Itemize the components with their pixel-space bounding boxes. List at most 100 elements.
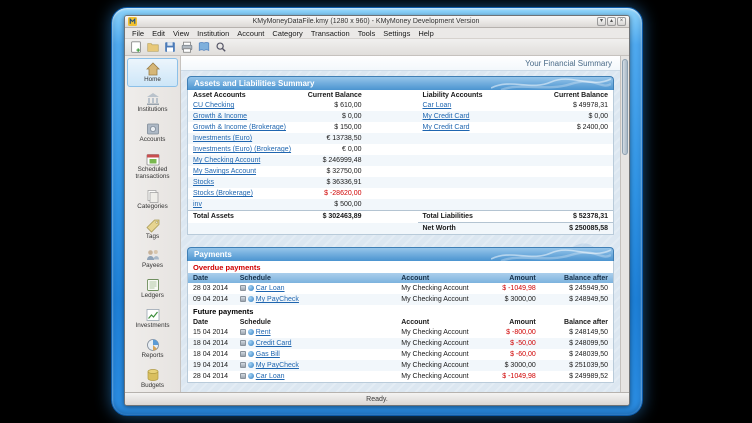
liability-account-link[interactable]: My Credit Card (423, 113, 470, 120)
enter-schedule-icon[interactable] (248, 362, 254, 368)
table-row: Stocks $ 36336,91 (188, 177, 613, 188)
open-file-icon[interactable] (146, 40, 160, 54)
column-header: Current Balance (520, 90, 614, 100)
header-flourish-decoration (491, 78, 611, 90)
menu-tools[interactable]: Tools (354, 28, 380, 39)
new-book-icon[interactable] (129, 40, 143, 54)
table-row: 18 04 2014 Gas Bill My Checking Account … (188, 349, 613, 360)
menu-help[interactable]: Help (414, 28, 437, 39)
schedule-account: My Checking Account (396, 360, 490, 371)
balance-after: $ 248949,50 (541, 294, 613, 305)
enter-schedule-icon[interactable] (248, 285, 254, 291)
asset-balance: $ 0,00 (303, 111, 367, 122)
enter-schedule-icon[interactable] (248, 340, 254, 346)
sidebar-item-payees[interactable]: Payees (127, 244, 178, 273)
schedule-link[interactable]: Car Loan (256, 373, 285, 380)
asset-account-link[interactable]: My Savings Account (193, 168, 256, 175)
column-header: Date (188, 273, 235, 283)
asset-account-link[interactable]: Growth & Income (Brokerage) (193, 124, 286, 131)
sidebar-item-ledgers[interactable]: Ledgers (127, 274, 178, 303)
minimize-button[interactable]: ▾ (597, 17, 606, 26)
sidebar-label: Investments (136, 323, 170, 330)
home-icon (145, 61, 161, 77)
menu-settings[interactable]: Settings (379, 28, 414, 39)
sidebar-item-reports[interactable]: Reports (127, 334, 178, 363)
menu-transaction[interactable]: Transaction (307, 28, 354, 39)
menu-edit[interactable]: Edit (148, 28, 169, 39)
asset-account-link[interactable]: inv (193, 201, 202, 208)
schedule-link[interactable]: Gas Bill (256, 351, 280, 358)
scrollbar-thumb[interactable] (622, 59, 628, 155)
enter-schedule-icon[interactable] (248, 351, 254, 357)
asset-account-link[interactable]: Investments (Euro) (Brokerage) (193, 146, 291, 153)
print-icon[interactable] (180, 40, 194, 54)
schedule-link[interactable]: Credit Card (256, 340, 292, 347)
find-transaction-icon[interactable] (214, 40, 228, 54)
edit-schedule-icon[interactable] (240, 329, 246, 335)
schedule-link[interactable]: My PayCheck (256, 296, 299, 303)
sidebar-item-home[interactable]: Home (127, 58, 178, 87)
reports-icon (145, 337, 161, 353)
schedule-link[interactable]: Car Loan (256, 285, 285, 292)
titlebar[interactable]: KMyMoneyDataFile.kmy (1280 x 960) - KMyM… (125, 16, 629, 28)
scheduled-transactions-icon (145, 151, 161, 167)
schedule-account: My Checking Account (396, 349, 490, 360)
schedule-link[interactable]: Rent (256, 329, 271, 336)
sidebar-item-institutions[interactable]: Institutions (127, 88, 178, 117)
asset-balance: $ 150,00 (303, 122, 367, 133)
enter-schedule-icon[interactable] (248, 373, 254, 379)
schedule-link[interactable]: My PayCheck (256, 362, 299, 369)
liability-account-link[interactable]: My Credit Card (423, 124, 470, 131)
networth-value: $ 250085,58 (520, 223, 614, 235)
sidebar-item-budgets[interactable]: Budgets (127, 364, 178, 392)
edit-schedule-icon[interactable] (240, 285, 246, 291)
asset-account-link[interactable]: Investments (Euro) (193, 135, 252, 142)
sidebar-item-categories[interactable]: Categories (127, 185, 178, 214)
edit-schedule-icon[interactable] (240, 340, 246, 346)
edit-schedule-icon[interactable] (240, 373, 246, 379)
vertical-scrollbar[interactable] (620, 56, 629, 392)
table-row: 28 04 2014 Car Loan My Checking Account … (188, 371, 613, 382)
menu-category[interactable]: Category (268, 28, 306, 39)
schedule-account: My Checking Account (396, 294, 490, 305)
ledgers-view-icon[interactable] (197, 40, 211, 54)
liability-account-link[interactable]: Car Loan (423, 102, 452, 109)
enter-schedule-icon[interactable] (248, 296, 254, 302)
asset-balance: € 0,00 (303, 144, 367, 155)
enter-schedule-icon[interactable] (248, 329, 254, 335)
sidebar-item-scheduled-transactions[interactable]: Scheduled transactions (127, 148, 178, 184)
edit-schedule-icon[interactable] (240, 296, 246, 302)
edit-schedule-icon[interactable] (240, 351, 246, 357)
statusbar: Ready. (125, 392, 629, 405)
maximize-button[interactable]: ▴ (607, 17, 616, 26)
asset-account-link[interactable]: Growth & Income (193, 113, 247, 120)
schedule-amount: $ -1049,98 (490, 371, 541, 382)
asset-account-link[interactable]: Stocks (193, 179, 214, 186)
menu-file[interactable]: File (128, 28, 148, 39)
liability-balance: $ 2400,00 (520, 122, 614, 133)
asset-balance: $ 246999,48 (303, 155, 367, 166)
sidebar-label: Scheduled transactions (128, 167, 177, 181)
edit-schedule-icon[interactable] (240, 362, 246, 368)
close-button[interactable]: × (617, 17, 626, 26)
page-title: Your Financial Summary (181, 56, 620, 71)
asset-balance: $ 500,00 (303, 199, 367, 211)
menu-account[interactable]: Account (233, 28, 268, 39)
menu-view[interactable]: View (169, 28, 193, 39)
accounts-icon (145, 121, 161, 137)
payees-icon (145, 247, 161, 263)
table-row: 28 03 2014 Car Loan My Checking Account … (188, 283, 613, 294)
asset-account-link[interactable]: CU Checking (193, 102, 234, 109)
menu-institution[interactable]: Institution (193, 28, 233, 39)
sidebar-label: Ledgers (141, 293, 164, 300)
sidebar-label: Categories (137, 204, 167, 211)
save-icon[interactable] (163, 40, 177, 54)
assets-liabilities-section: Assets and Liabilities Summary (187, 76, 614, 235)
sidebar-item-accounts[interactable]: Accounts (127, 118, 178, 147)
sidebar-item-tags[interactable]: Tags (127, 215, 178, 244)
asset-account-link[interactable]: My Checking Account (193, 157, 260, 164)
balance-after: $ 245949,50 (541, 283, 613, 294)
asset-account-link[interactable]: Stocks (Brokerage) (193, 190, 253, 197)
sidebar-item-investments[interactable]: Investments (127, 304, 178, 333)
schedule-date: 28 03 2014 (188, 283, 235, 294)
